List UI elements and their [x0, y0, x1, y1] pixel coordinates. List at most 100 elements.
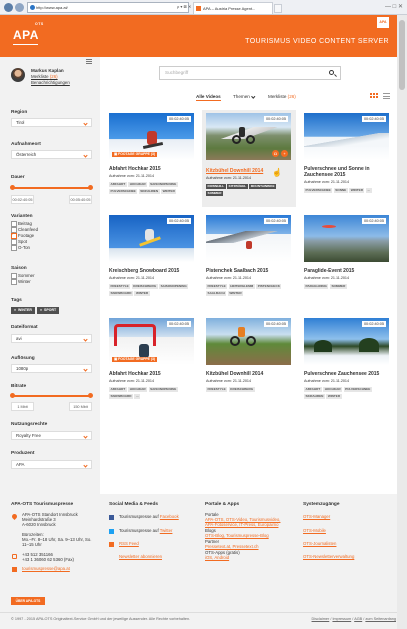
aufnahmeort-select[interactable]: Österreich: [11, 150, 92, 159]
region-select[interactable]: Tirol: [11, 118, 92, 127]
tag[interactable]: ...: [134, 393, 141, 399]
tag[interactable]: SAISONOPENING: [148, 387, 178, 392]
tab-themen[interactable]: Themen: [233, 93, 255, 99]
video-title[interactable]: Abfahrt Hochkar 2015: [109, 371, 161, 377]
tag[interactable]: HOCHKAR: [128, 387, 148, 392]
newsletter-link[interactable]: Newsletter abonnieren: [119, 554, 162, 559]
tag[interactable]: SOMMER: [206, 190, 223, 196]
tag[interactable]: FREESTYLE: [206, 284, 228, 289]
partner-links[interactable]: Pressetext.at, Pressetext.ch: [205, 544, 259, 549]
video-title[interactable]: Pistenchek Saalbach 2015: [206, 268, 268, 274]
back-icon[interactable]: [4, 3, 13, 12]
video-title[interactable]: Pulverschnee Zauchensee 2015: [304, 371, 379, 377]
tag[interactable]: SAISONOPENING: [159, 284, 189, 289]
dauer-max-handle[interactable]: [88, 185, 93, 190]
close-icon[interactable]: ×: [40, 308, 42, 312]
impressum-link[interactable]: Impressum: [332, 617, 351, 621]
video-card[interactable]: 00:02:40:05 ▣ FOOTAGE GRUPPE (3) Abfahrt…: [109, 318, 194, 408]
tag[interactable]: ABFAHRT: [109, 182, 127, 187]
ots-newsletter-link[interactable]: OTS-Newsletterverwaltung: [303, 554, 354, 559]
video-title[interactable]: Kitzbühel Downhill 2014: [206, 168, 263, 174]
tag[interactable]: KREISCHBERG: [131, 284, 158, 289]
list-view-icon[interactable]: [383, 93, 390, 99]
video-thumbnail[interactable]: 00:02:40:05: [304, 215, 389, 262]
tag[interactable]: SONNE: [333, 188, 348, 193]
saison-winter-checkbox[interactable]: Winter: [11, 279, 31, 285]
about-apa-ots-button[interactable]: ÜBER APA-OTS: [11, 597, 45, 605]
scrollbar-thumb[interactable]: [399, 20, 405, 90]
video-thumbnail[interactable]: 00:02:40:05 ▣ FOOTAGE GRUPPE (3): [109, 113, 194, 160]
video-thumbnail[interactable]: 00:02:40:05 ▣ FOOTAGE GRUPPE (3): [109, 318, 194, 365]
tag[interactable]: SNOWBOARD: [109, 290, 133, 296]
blog-links[interactable]: OTS-Blog, Tourismuspresse-Blog: [205, 533, 269, 538]
tag[interactable]: SOMMER: [329, 284, 347, 289]
dateiformat-select[interactable]: avi: [11, 334, 92, 343]
merkliste-link[interactable]: Merkliste (26): [31, 74, 58, 79]
address-bar[interactable]: http://www.apa.at/: [27, 2, 189, 13]
variante-oton-checkbox[interactable]: O-Ton: [11, 245, 30, 251]
tag[interactable]: ABFAHRT: [109, 387, 127, 392]
dauer-min-input[interactable]: 00:02:40:05: [11, 195, 34, 204]
bitrate-slider[interactable]: [10, 393, 93, 398]
forward-icon[interactable]: [15, 3, 24, 12]
video-card[interactable]: 00:02:40:05 Pulverschnee Zauchensee 2015…: [304, 318, 389, 408]
tag[interactable]: SAALBACH: [206, 290, 227, 296]
add-icon[interactable]: +: [281, 150, 288, 157]
video-card[interactable]: 00:02:40:05 Paraglide-Event 2015 Aufnahm…: [304, 215, 389, 305]
video-card[interactable]: 00:02:40:05 Kitzbühel Downhill 2014 Aufn…: [206, 318, 291, 408]
tag[interactable]: HOCHKAR: [128, 182, 148, 187]
video-title[interactable]: Paraglide-Event 2015: [304, 268, 354, 274]
video-card[interactable]: 00:02:40:05 Kreischberg Snowboard 2015 A…: [109, 215, 194, 305]
video-title[interactable]: Kitzbühel Downhill 2014: [206, 371, 263, 377]
bitrate-min-handle[interactable]: [10, 393, 15, 398]
ots-mobile-link[interactable]: OTS-Mobile: [303, 528, 326, 533]
apa-badge[interactable]: APA: [377, 17, 389, 28]
video-card[interactable]: 00:02:40:05 Pulverschnee und Sonne in Za…: [304, 113, 389, 203]
disclaimer-link[interactable]: Disclaimer: [312, 617, 330, 621]
rss-link[interactable]: RSS Feed: [119, 541, 139, 546]
tag[interactable]: HINTERGLEMM: [228, 284, 255, 289]
tag[interactable]: DOWNHILL: [206, 184, 226, 189]
tag[interactable]: SKIFAHREN: [138, 188, 160, 194]
tag[interactable]: PISTENCHECK: [256, 284, 282, 289]
tag-chip-winter[interactable]: × WINTER: [11, 307, 35, 314]
tab-alle-videos[interactable]: Alle Videos: [196, 94, 221, 101]
address-tools[interactable]: ρ ▾ ⊠ ✕: [177, 2, 191, 11]
back-to-top-link[interactable]: zum Seitenanfang: [365, 617, 396, 621]
apa-ots-logo[interactable]: APA OTS: [13, 22, 43, 42]
new-tab-button[interactable]: [274, 4, 282, 13]
tag[interactable]: HOCHKAR: [323, 387, 343, 392]
tag[interactable]: ...: [365, 188, 372, 193]
search-icon[interactable]: [329, 70, 334, 75]
tag[interactable]: SKIFAHREN: [304, 393, 325, 399]
dauer-max-input[interactable]: 00:05:40:05: [69, 195, 92, 204]
bitrate-min-input[interactable]: 1 Mbit: [11, 402, 34, 411]
ots-journalisten-link[interactable]: OTS-Journalisten: [303, 541, 336, 546]
video-card[interactable]: 00:02:40:05 ▣ FOOTAGE GRUPPE (3) Abfahrt…: [109, 113, 194, 203]
video-title[interactable]: Abfahrt Hochkar 2015: [109, 166, 161, 172]
video-thumbnail[interactable]: 00:02:40:05: [304, 318, 389, 365]
tag[interactable]: FREESTYLE: [109, 284, 131, 289]
produzent-select[interactable]: APA: [11, 460, 92, 469]
dauer-slider[interactable]: [10, 185, 93, 190]
video-thumbnail[interactable]: 00:02:40:05 ◘ +: [206, 113, 291, 160]
tag[interactable]: KITZBÜHEL: [227, 184, 248, 189]
apps-links[interactable]: iOS, Android: [205, 555, 229, 560]
tag[interactable]: WINTER: [161, 188, 177, 194]
bitrate-max-handle[interactable]: [88, 393, 93, 398]
scrollbar[interactable]: [397, 15, 407, 629]
browser-tab[interactable]: APA – Austria Presse Agent...: [193, 2, 273, 14]
camera-icon[interactable]: ◘: [272, 150, 279, 157]
video-thumbnail[interactable]: 00:02:40:05: [109, 215, 194, 262]
tag[interactable]: WINTER: [326, 393, 342, 399]
facebook-link[interactable]: Facebook: [160, 514, 179, 519]
video-card[interactable]: 00:02:40:05 Pistenchek Saalbach 2015 Auf…: [206, 215, 291, 305]
tag[interactable]: SAISONOPENING: [148, 182, 178, 187]
twitter-link[interactable]: Twitter: [160, 528, 173, 533]
notifications-link[interactable]: Benachrichtigungen: [31, 80, 70, 85]
tag[interactable]: PULVERSCHNEE: [109, 188, 138, 194]
tag-chip-sport[interactable]: × SPORT: [37, 307, 60, 314]
video-thumbnail[interactable]: 00:02:40:05: [206, 318, 291, 365]
tag[interactable]: WINTER: [227, 290, 244, 296]
tag[interactable]: PARAGLIDING: [304, 284, 329, 289]
